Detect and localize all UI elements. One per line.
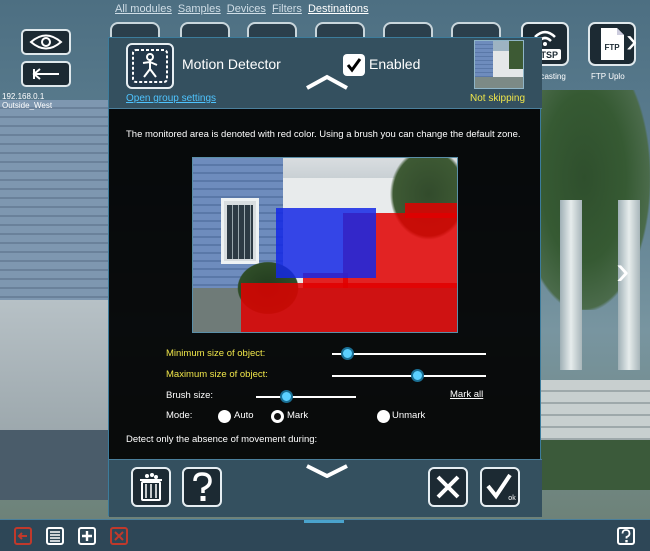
drag-handle[interactable] <box>304 520 344 523</box>
mode-mark-label[interactable]: Mark <box>287 410 308 421</box>
mode-auto-label[interactable]: Auto <box>234 410 254 421</box>
exit-icon <box>17 532 27 540</box>
delete-button[interactable] <box>131 467 171 507</box>
absence-label: Detect only the absence of movement duri… <box>126 434 318 445</box>
exit-button[interactable] <box>14 527 32 545</box>
max-size-knob[interactable] <box>410 369 424 382</box>
trash-icon <box>140 473 162 501</box>
help-button[interactable] <box>617 527 635 545</box>
add-button[interactable] <box>78 527 96 545</box>
min-size-knob[interactable] <box>341 347 355 360</box>
chevron-down-icon[interactable] <box>303 464 351 478</box>
motion-detector-icon <box>132 49 168 83</box>
plus-icon <box>82 531 92 541</box>
motion-detector-dialog: Motion Detector Enabled Open group setti… <box>108 37 542 517</box>
mode-mark-radio[interactable] <box>271 410 284 423</box>
mark-all-link[interactable]: Mark all <box>450 389 483 400</box>
zone-red-area <box>241 283 457 332</box>
bg-column <box>560 200 582 370</box>
max-size-slider[interactable] <box>332 369 486 382</box>
nav-devices[interactable]: Devices <box>227 3 266 15</box>
camera-thumbnail[interactable] <box>474 40 524 89</box>
dialog-header: Motion Detector Enabled Open group setti… <box>109 38 542 109</box>
skip-status: Not skipping <box>470 93 526 104</box>
checkmark-icon: ok <box>486 473 516 502</box>
cancel-button[interactable] <box>428 467 468 507</box>
bg-road <box>0 430 110 500</box>
enabled-checkbox[interactable] <box>343 54 365 76</box>
chevron-right-icon[interactable]: › <box>616 251 629 291</box>
bg-grass <box>540 440 650 490</box>
brush-size-knob[interactable] <box>280 390 293 403</box>
back-button[interactable] <box>21 61 71 87</box>
view-button[interactable] <box>21 29 71 55</box>
module-icon-button[interactable] <box>126 43 174 89</box>
mode-unmark-label[interactable]: Unmark <box>392 410 425 421</box>
ftp-tile-label: FTP <box>604 43 620 52</box>
ok-label: ok <box>508 495 516 502</box>
eye-icon <box>29 34 63 50</box>
nav-all-modules[interactable]: All modules <box>115 3 172 15</box>
brush-size-slider[interactable] <box>256 390 356 403</box>
open-group-settings-link[interactable]: Open group settings <box>126 93 216 104</box>
camera-name: Outside_West <box>2 101 53 110</box>
top-nav: All modules Samples Devices Filters Dest… <box>115 3 372 15</box>
remove-button[interactable] <box>110 527 128 545</box>
ftp-caption: FTP Uplo <box>591 72 625 81</box>
zone-blue-area <box>276 208 376 278</box>
list-icon <box>50 531 60 542</box>
zone-red-area <box>405 203 457 218</box>
chevron-right-icon[interactable]: › <box>626 24 637 58</box>
help-button[interactable] <box>182 467 222 507</box>
detection-zone-canvas[interactable] <box>192 157 458 333</box>
camera-ip: 192.168.0.1 <box>2 92 45 101</box>
ftp-icon: FTP <box>601 28 624 60</box>
bottom-toolbar <box>0 519 650 551</box>
mode-label: Mode: <box>166 410 193 421</box>
checkmark-icon <box>346 58 362 73</box>
ok-button[interactable]: ok <box>480 467 520 507</box>
list-button[interactable] <box>46 527 64 545</box>
nav-samples[interactable]: Samples <box>178 3 221 15</box>
arrow-left-icon <box>32 68 59 80</box>
dialog-title: Motion Detector <box>182 56 281 72</box>
max-size-label: Maximum size of object: <box>166 369 268 380</box>
question-icon <box>193 472 212 501</box>
zone-description: The monitored area is denoted with red c… <box>126 129 521 140</box>
close-icon <box>114 531 124 541</box>
mode-auto-radio[interactable] <box>218 410 231 423</box>
chevron-up-icon[interactable] <box>303 74 351 90</box>
min-size-slider[interactable] <box>332 347 486 360</box>
nav-destinations[interactable]: Destinations <box>308 3 369 15</box>
brush-size-label: Brush size: <box>166 390 213 401</box>
mode-unmark-radio[interactable] <box>377 410 390 423</box>
camera-info: 192.168.0.1 Outside_West <box>2 92 52 110</box>
enabled-label[interactable]: Enabled <box>369 56 420 72</box>
question-icon <box>621 529 631 543</box>
nav-filters[interactable]: Filters <box>272 3 302 15</box>
min-size-label: Minimum size of object: <box>166 348 266 359</box>
close-icon <box>436 475 460 499</box>
dialog-footer: ok <box>109 459 542 517</box>
